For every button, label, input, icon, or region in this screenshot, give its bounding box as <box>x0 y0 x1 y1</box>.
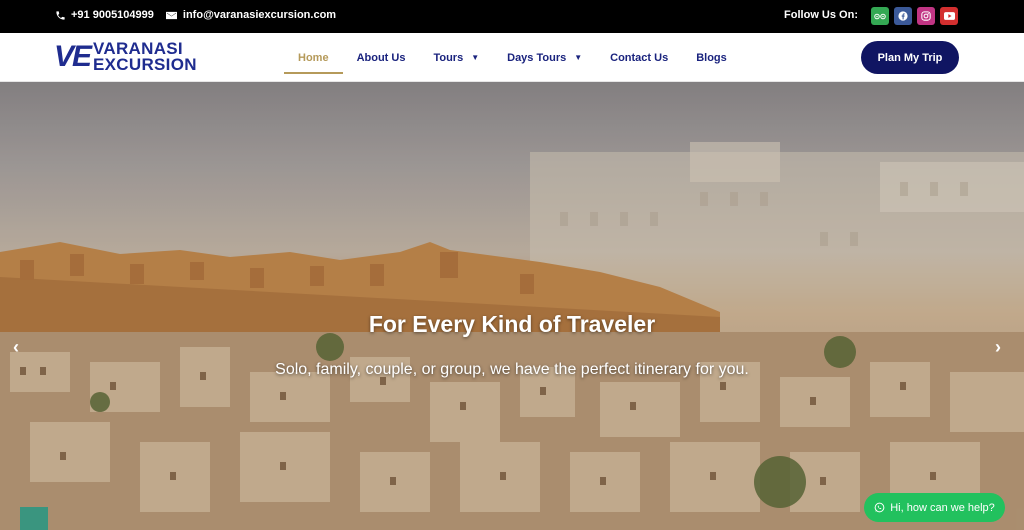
slider-prev-arrow-icon[interactable]: ‹ <box>6 337 26 357</box>
main-navigation: VE VARANASI EXCURSION Home About Us Tour… <box>0 33 1024 82</box>
hero-subtitle: Solo, family, couple, or group, we have … <box>275 361 749 378</box>
phone-number: +91 9005104999 <box>71 9 154 21</box>
social-links <box>871 7 963 25</box>
tripadvisor-icon[interactable] <box>871 7 889 25</box>
whatsapp-chat-button[interactable]: Hi, how can we help? <box>864 493 1005 522</box>
hero-slider: For Every Kind of Traveler Solo, family,… <box>0 82 1024 530</box>
nav-item-label: Days Tours <box>507 51 567 64</box>
site-logo[interactable]: VE VARANASI EXCURSION <box>54 40 197 74</box>
phone-icon <box>54 9 66 21</box>
follow-us-label: Follow Us On: <box>784 9 858 21</box>
nav-item-label: Tours <box>433 51 464 64</box>
contact-info: +91 9005104999 info@varanasiexcursion.co… <box>54 9 348 21</box>
logo-line-2: EXCURSION <box>93 55 197 74</box>
chevron-down-icon: ▼ <box>574 53 583 62</box>
hero-title: For Every Kind of Traveler <box>368 311 656 337</box>
nav-item-label: About Us <box>356 51 406 64</box>
phone-link[interactable]: +91 9005104999 <box>54 9 154 21</box>
instagram-icon[interactable] <box>917 7 935 25</box>
whatsapp-icon <box>874 502 885 513</box>
nav-item-home[interactable]: Home <box>284 33 343 82</box>
email-address: info@varanasiexcursion.com <box>182 9 337 21</box>
envelope-icon <box>166 9 178 21</box>
nav-item-about-us[interactable]: About Us <box>343 33 420 82</box>
logo-wordmark: VARANASI EXCURSION <box>93 40 197 74</box>
nav-menu: Home About Us Tours ▼ Days Tours ▼ Conta… <box>284 33 741 82</box>
top-bar: +91 9005104999 info@varanasiexcursion.co… <box>0 0 1024 33</box>
slider-next-arrow-icon[interactable]: › <box>988 337 1008 357</box>
hero-overlay <box>0 82 1024 530</box>
facebook-icon[interactable] <box>894 7 912 25</box>
email-link[interactable]: info@varanasiexcursion.com <box>166 9 336 21</box>
logo-mark: VE <box>54 40 92 73</box>
nav-item-days-tours[interactable]: Days Tours ▼ <box>493 33 596 82</box>
chevron-down-icon: ▼ <box>471 53 480 62</box>
nav-item-label: Home <box>298 51 329 64</box>
nav-item-label: Blogs <box>696 51 727 64</box>
nav-item-label: Contact Us <box>610 51 669 64</box>
chat-label: Hi, how can we help? <box>890 501 995 514</box>
nav-item-tours[interactable]: Tours ▼ <box>419 33 493 82</box>
nav-item-contact-us[interactable]: Contact Us <box>596 33 682 82</box>
plan-my-trip-button[interactable]: Plan My Trip <box>861 41 959 74</box>
youtube-icon[interactable] <box>940 7 958 25</box>
nav-item-blogs[interactable]: Blogs <box>682 33 741 82</box>
